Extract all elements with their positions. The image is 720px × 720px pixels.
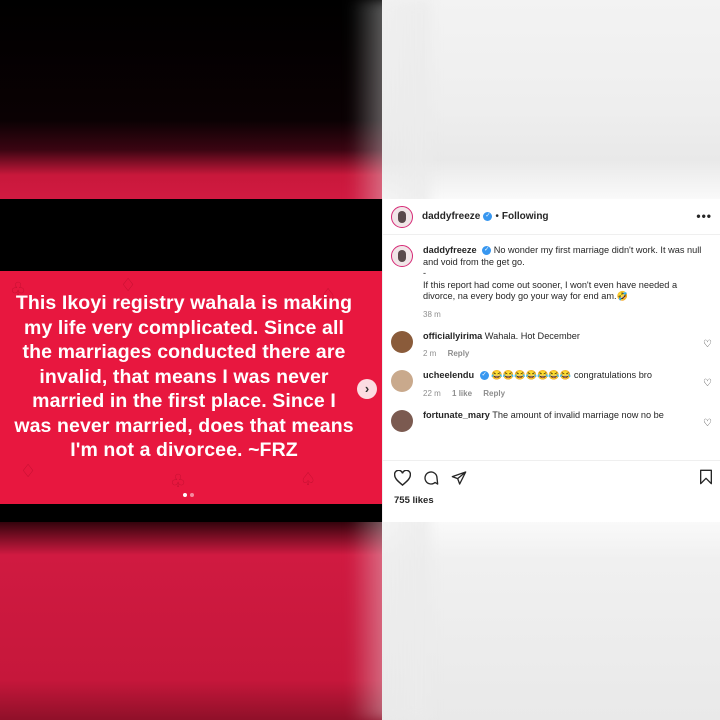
comment-meta: 2 m Reply xyxy=(423,349,703,358)
heart-icon[interactable] xyxy=(394,470,411,486)
caption-username[interactable]: daddyfreeze xyxy=(423,245,477,255)
bookmark-icon[interactable] xyxy=(699,469,713,490)
action-bar xyxy=(383,461,720,495)
comment-body: The amount of invalid marriage now no be xyxy=(492,409,664,420)
post-media: ♧ ♢ ♤ ♢ ♧ ♤ This Ikoyi registry wahala i… xyxy=(0,199,382,522)
reply-button[interactable]: Reply xyxy=(448,349,470,358)
comment-username[interactable]: officiallyirima xyxy=(423,331,482,341)
emoji: 😂😂😂😂😂😂😂 xyxy=(491,370,572,380)
heart-icon[interactable]: ♡ xyxy=(703,339,712,350)
comment-username[interactable]: fortunate_mary xyxy=(423,410,490,420)
heart-icon[interactable]: ♡ xyxy=(703,418,712,429)
avatar[interactable] xyxy=(391,409,413,432)
verified-icon: ✓ xyxy=(483,212,493,221)
comment-username[interactable]: ucheelendu xyxy=(423,370,474,380)
comment-text: ucheelendu ✓ 😂😂😂😂😂😂😂 congratulations bro xyxy=(423,370,703,382)
verified-icon: ✓ xyxy=(482,246,492,256)
share-icon[interactable] xyxy=(451,470,467,486)
avatar[interactable] xyxy=(391,330,413,353)
caption-dash: - xyxy=(423,268,427,278)
comments-list: daddyfreeze ✓ No wonder my first marriag… xyxy=(383,235,720,461)
caption-time: 38 m xyxy=(423,309,441,319)
header-username[interactable]: daddyfreeze xyxy=(422,211,480,222)
heart-icon[interactable]: ♡ xyxy=(703,378,712,389)
emoji: 🤣 xyxy=(616,291,629,301)
reply-button[interactable]: Reply xyxy=(483,389,505,398)
quote-image: ♧ ♢ ♤ ♢ ♧ ♤ This Ikoyi registry wahala i… xyxy=(0,271,382,504)
carousel-dot xyxy=(190,493,194,497)
comment-meta: 22 m 1 like Reply xyxy=(423,389,703,398)
likes-count[interactable]: 755 likes xyxy=(383,495,720,506)
avatar[interactable] xyxy=(391,370,413,392)
carousel-dots xyxy=(183,493,194,497)
doodle-icon: ♢ xyxy=(20,461,37,481)
comment-text: officiallyirima Wahala. Hot December xyxy=(423,331,703,343)
quote-text: This Ikoyi registry wahala is making my … xyxy=(14,292,354,461)
caption-meta: 38 m xyxy=(423,310,703,319)
comment-item: fortunate_mary The amount of invalid mar… xyxy=(391,409,712,432)
post-sidebar: daddyfreeze ✓ • Following ••• daddyfreez… xyxy=(382,199,720,522)
comment-item: ucheelendu ✓ 😂😂😂😂😂😂😂 congratulations bro… xyxy=(391,370,712,398)
comment-icon[interactable] xyxy=(423,470,439,486)
comment-body: congratulations bro xyxy=(573,370,652,380)
comment-likes[interactable]: 1 like xyxy=(452,389,472,398)
caption: daddyfreeze ✓ No wonder my first marriag… xyxy=(391,245,712,319)
separator: • xyxy=(495,211,499,222)
instagram-post: ♧ ♢ ♤ ♢ ♧ ♤ This Ikoyi registry wahala i… xyxy=(0,199,720,522)
caption-line2: If this report had come out sooner, I wo… xyxy=(423,279,678,302)
comment-item: officiallyirima Wahala. Hot December 2 m… xyxy=(391,330,712,358)
doodle-icon: ♧ xyxy=(170,471,187,491)
caption-text: daddyfreeze ✓ No wonder my first marriag… xyxy=(423,245,703,303)
verified-icon: ✓ xyxy=(479,371,489,381)
following-button[interactable]: Following xyxy=(502,211,549,222)
post-header: daddyfreeze ✓ • Following ••• xyxy=(383,199,720,235)
avatar[interactable] xyxy=(391,205,413,228)
comment-text: fortunate_mary The amount of invalid mar… xyxy=(423,410,703,422)
avatar[interactable] xyxy=(391,245,413,267)
comment-body: Wahala. Hot December xyxy=(484,330,580,341)
chevron-right-icon[interactable]: › xyxy=(357,379,377,399)
comment-time: 22 m xyxy=(423,388,441,398)
more-icon[interactable]: ••• xyxy=(696,209,712,223)
comment-time: 2 m xyxy=(423,349,437,358)
carousel-dot-active xyxy=(183,493,187,497)
doodle-icon: ♤ xyxy=(300,469,317,489)
